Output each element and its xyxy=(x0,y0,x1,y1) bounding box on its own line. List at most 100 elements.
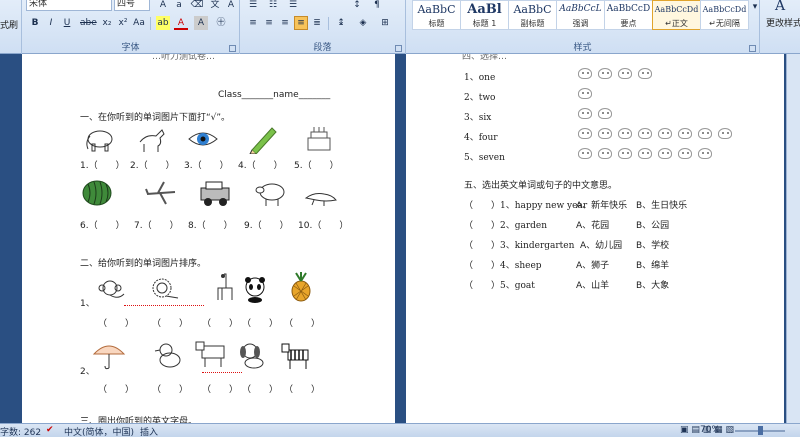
document-workspace: …听力测试卷… Class_______name_______ 一、在你听到的单… xyxy=(0,54,800,423)
multilevel-list-button[interactable]: ☰ xyxy=(286,0,300,12)
font-name-combo[interactable]: 宋体 xyxy=(26,0,112,11)
question-number[interactable]: （ ）1、happy new year xyxy=(464,198,587,211)
word-count[interactable]: 字数: 262 xyxy=(0,425,41,437)
font-dialog-launcher[interactable] xyxy=(229,45,236,52)
justify-button[interactable]: ≡ xyxy=(294,16,308,30)
status-bar: 字数: 262 ✔ 中文(简体，中国) 插入 ▣ ▤ ▥ ▦ ▧ 70% xyxy=(0,423,800,437)
change-styles-button[interactable]: 更改样式 xyxy=(766,16,800,29)
bullets-button[interactable]: ☰ xyxy=(246,0,260,12)
sort-button[interactable]: ↕ xyxy=(350,0,364,12)
pineapple-picture xyxy=(284,272,318,302)
font-color-button[interactable]: A xyxy=(174,16,188,30)
ribbon: 式刷 宋体 四号 A a ⌫ 文 A B I U abe x₂ x² Aa ab… xyxy=(0,0,800,54)
style-tile[interactable]: AaBbC 副标题 xyxy=(508,0,557,30)
counting-face-icon xyxy=(618,68,632,79)
option-b: B、绵羊 xyxy=(636,261,670,271)
option-b: B、大象 xyxy=(636,281,670,291)
shading-button[interactable]: ◈ xyxy=(356,16,370,30)
sheep-picture xyxy=(254,178,288,208)
char-border-button[interactable]: A xyxy=(224,0,238,12)
strikethrough-button[interactable]: abe xyxy=(80,16,97,30)
picture-caption: 2.（ ） xyxy=(130,161,175,171)
grow-font-button[interactable]: A xyxy=(156,0,170,12)
counting-label: 2、two xyxy=(464,93,496,103)
styles-group: AaBbC 标题 AaBl 标题 1 AaBbC 副标题 AaBbCcL 强调 AaBbCcD 要… xyxy=(406,0,760,54)
gallery-scroll-button[interactable]: ▾ xyxy=(750,0,760,14)
order-blank[interactable]: （ ） xyxy=(152,316,188,329)
section1-title: 一、在你听到的单词图片下面打“√”。 xyxy=(80,113,231,123)
umbrella-picture xyxy=(92,340,126,370)
question-number[interactable]: （ ）4、sheep xyxy=(464,258,542,271)
counting-label: 1、one xyxy=(464,73,496,83)
question-number[interactable]: （ ）5、goat xyxy=(464,278,535,291)
font-size-combo[interactable]: 四号 xyxy=(114,0,150,11)
superscript-button[interactable]: x² xyxy=(116,16,130,30)
shrink-font-button[interactable]: a xyxy=(172,0,186,12)
format-painter-label[interactable]: 式刷 xyxy=(0,18,18,31)
font-group-label: 字体 xyxy=(121,43,140,53)
zoom-level[interactable]: 70% xyxy=(700,425,720,435)
order-blank[interactable]: （ ） xyxy=(98,316,134,329)
panda-picture xyxy=(238,274,272,304)
italic-button[interactable]: I xyxy=(44,16,58,30)
style-preview: AaBbCcDd xyxy=(702,5,747,14)
underline-button[interactable]: U xyxy=(60,16,74,30)
paragraph-dialog-launcher[interactable] xyxy=(395,45,402,52)
style-tile[interactable]: AaBbCcD 要点 xyxy=(604,0,653,30)
borders-button[interactable]: ⊞ xyxy=(378,16,392,30)
order-blank[interactable]: （ ） xyxy=(284,382,320,395)
picture-caption: 4.（ ） xyxy=(238,161,283,171)
counting-label: 4、four xyxy=(464,133,498,143)
question-number[interactable]: （ ）2、garden xyxy=(464,218,547,231)
page-heading-partial: …听力测试卷… xyxy=(152,54,216,62)
zoom-slider-knob[interactable] xyxy=(758,426,763,435)
style-tile[interactable]: AaBl 标题 1 xyxy=(460,0,509,30)
counting-face-icon xyxy=(598,148,612,159)
change-styles-group: A 更改样式 xyxy=(760,0,800,54)
vertical-scrollbar[interactable] xyxy=(786,54,800,423)
numbering-button[interactable]: ☷ xyxy=(266,0,280,12)
insert-mode-indicator[interactable]: 插入 xyxy=(140,425,158,437)
counting-face-icon xyxy=(638,128,652,139)
phonetic-guide-button[interactable]: 文 xyxy=(208,0,222,12)
order-blank[interactable]: （ ） xyxy=(284,316,320,329)
counting-face-icon xyxy=(578,108,592,119)
zebra-picture xyxy=(280,340,314,370)
enclose-char-button[interactable]: ㊉ xyxy=(214,16,228,30)
order-blank[interactable]: （ ） xyxy=(202,316,238,329)
char-shading-button[interactable]: A xyxy=(194,16,208,30)
style-tile[interactable]: AaBbCcDd ↵无间隔 xyxy=(700,0,749,30)
counting-icons xyxy=(578,88,598,100)
order-blank[interactable]: （ ） xyxy=(202,382,238,395)
document-page-1[interactable]: …听力测试卷… Class_______name_______ 一、在你听到的单… xyxy=(22,54,395,423)
distributed-button[interactable]: ≣ xyxy=(310,16,324,30)
order-blank[interactable]: （ ） xyxy=(98,382,134,395)
language-indicator[interactable]: 中文(简体，中国) xyxy=(64,425,134,437)
cake-picture xyxy=(302,124,336,154)
style-tile[interactable]: AaBbCcDd ↵正文 xyxy=(652,0,701,30)
order-blank[interactable]: （ ） xyxy=(242,382,278,395)
counting-face-icon xyxy=(658,128,672,139)
question-number[interactable]: （ ）3、kindergarten xyxy=(464,238,574,251)
align-right-button[interactable]: ≡ xyxy=(278,16,292,30)
proofing-icon[interactable]: ✔ xyxy=(46,425,54,435)
subscript-button[interactable]: x₂ xyxy=(100,16,114,30)
highlight-color-button[interactable]: ab xyxy=(156,16,170,30)
style-tile[interactable]: AaBbCcL 强调 xyxy=(556,0,605,30)
counting-face-icon xyxy=(638,148,652,159)
style-tile[interactable]: AaBbC 标题 xyxy=(412,0,461,30)
paragraph-group: ☰ ☷ ☰ ↕ ¶ ≡ ≡ ≡ ≡ ≣ ↨ ◈ ⊞ 段落 xyxy=(240,0,406,54)
clear-format-button[interactable]: ⌫ xyxy=(190,0,204,12)
show-marks-button[interactable]: ¶ xyxy=(370,0,384,12)
document-page-2[interactable]: 四、选择… 1、one 2、two 3、six 4、four 5、seven 五、选出英… xyxy=(406,54,784,423)
change-case-button[interactable]: Aa xyxy=(132,16,146,30)
styles-dialog-launcher[interactable] xyxy=(749,45,756,52)
line-spacing-button[interactable]: ↨ xyxy=(334,16,348,30)
order-blank[interactable]: （ ） xyxy=(242,316,278,329)
align-left-button[interactable]: ≡ xyxy=(246,16,260,30)
bold-button[interactable]: B xyxy=(28,16,42,30)
picture-caption: 8.（ ） xyxy=(188,221,233,231)
order-blank[interactable]: （ ） xyxy=(152,382,188,395)
section5-title: 五、选出英文单词或句子的中文意思。 xyxy=(464,181,618,191)
align-center-button[interactable]: ≡ xyxy=(262,16,276,30)
